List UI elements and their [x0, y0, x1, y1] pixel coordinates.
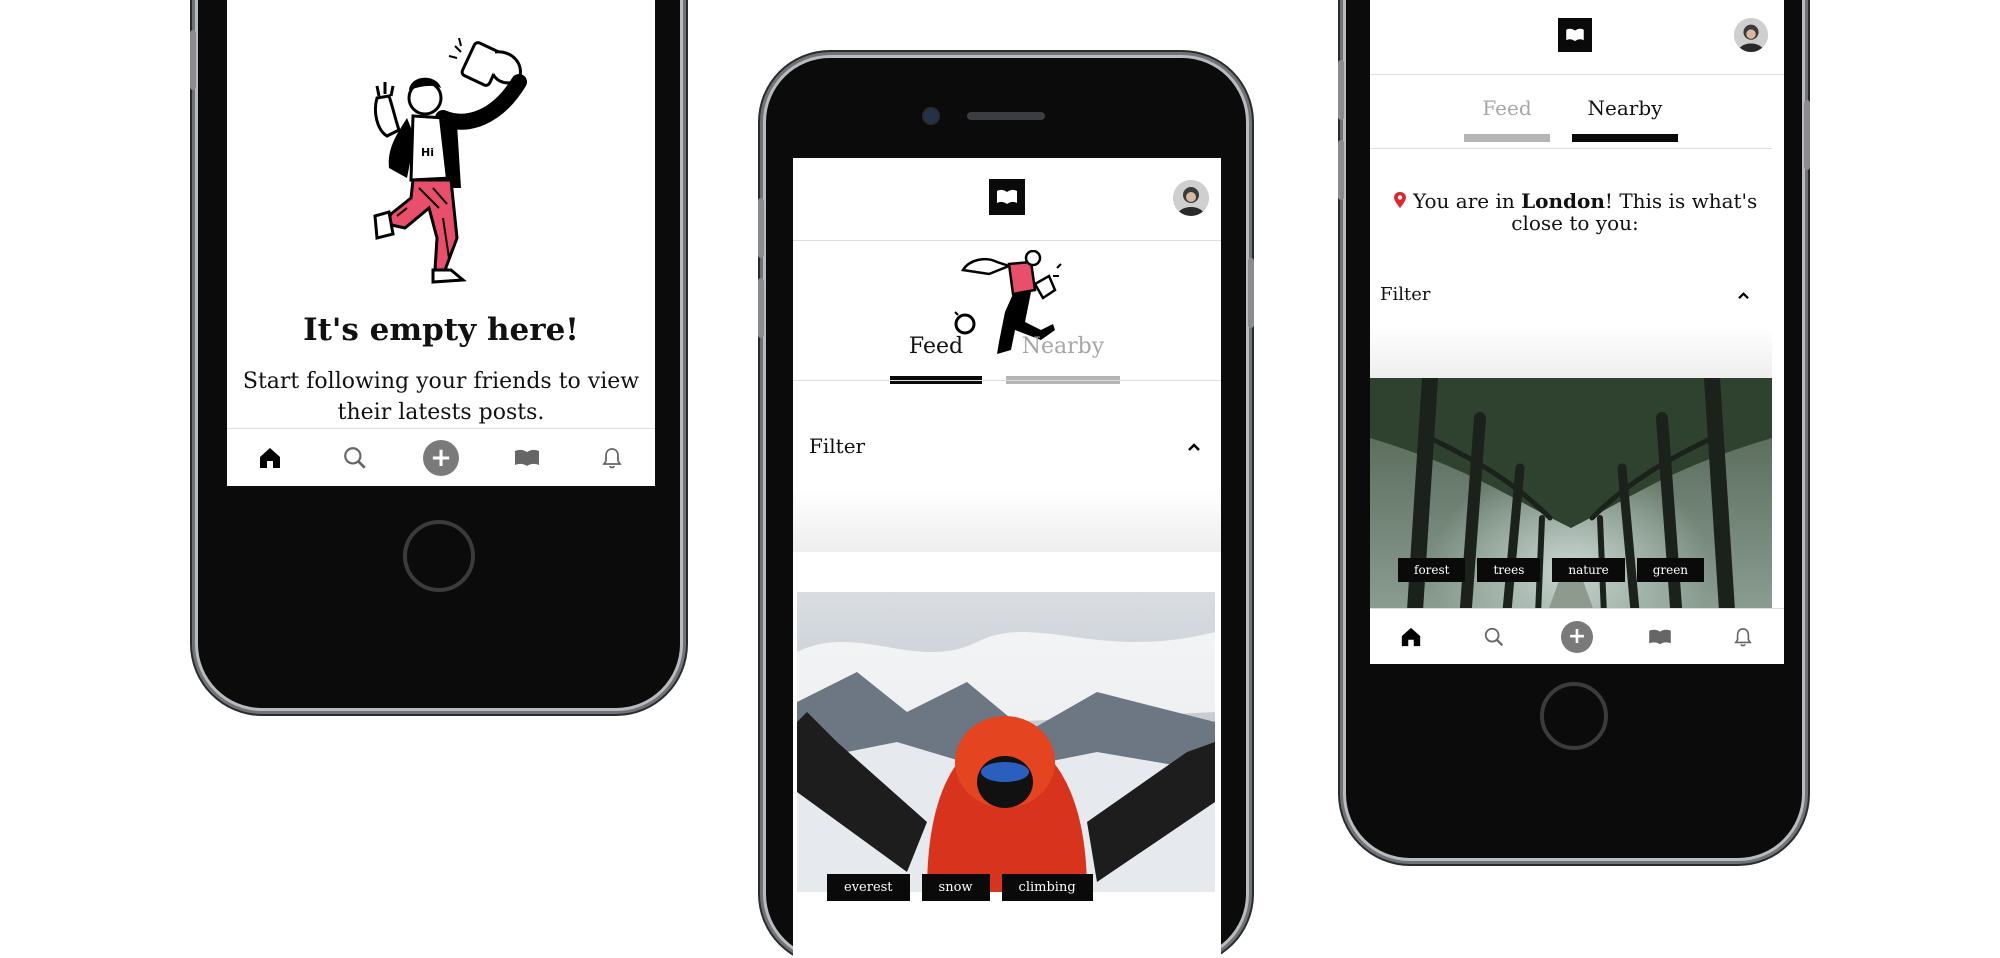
- svg-text:Hi: Hi: [421, 146, 434, 159]
- phone-center: Feed Nearby Filter everest snow climbing: [758, 58, 1254, 958]
- waving-person-illustration: Hi: [373, 38, 527, 284]
- side-button: [758, 198, 764, 258]
- location-message: You are in London! This is what's close …: [1380, 190, 1770, 234]
- location-city: London: [1521, 189, 1605, 213]
- avatar[interactable]: [1734, 18, 1768, 52]
- tab-nearby[interactable]: Nearby: [1006, 334, 1120, 384]
- filter-panel: [1370, 326, 1772, 378]
- filter-label: Filter: [1380, 284, 1431, 305]
- tab-feed-label: Feed: [908, 334, 964, 359]
- power-button: [1248, 258, 1254, 328]
- chevron-up-icon: [1738, 292, 1749, 299]
- tab-nearby[interactable]: Nearby: [1572, 96, 1678, 142]
- power-button: [1804, 100, 1810, 170]
- screen-right: Feed Nearby You are in London! This is w…: [1370, 0, 1784, 664]
- tab-feed[interactable]: Feed: [890, 334, 982, 384]
- tag[interactable]: green: [1636, 558, 1705, 582]
- avatar-image: [1173, 180, 1209, 216]
- post-photo-everest[interactable]: [797, 592, 1215, 892]
- nav-home[interactable]: [250, 438, 290, 478]
- nav-search[interactable]: [1474, 617, 1514, 657]
- divider: [793, 380, 1221, 381]
- tag[interactable]: trees: [1477, 558, 1541, 582]
- divider: [1370, 148, 1772, 149]
- book-icon: [1648, 629, 1671, 645]
- tag[interactable]: climbing: [1001, 874, 1093, 901]
- filter-toggle[interactable]: Filter: [793, 434, 1221, 464]
- filter-panel: [793, 488, 1221, 552]
- tab-nearby-label: Nearby: [1587, 96, 1663, 120]
- nav-add[interactable]: +: [421, 438, 461, 478]
- nav-library[interactable]: [1640, 617, 1680, 657]
- app-logo[interactable]: [1558, 18, 1592, 52]
- side-button: [758, 278, 764, 338]
- front-camera: [924, 109, 938, 123]
- screen-center: Feed Nearby Filter everest snow climbing: [793, 158, 1221, 958]
- home-icon: [259, 448, 280, 468]
- home-button[interactable]: [403, 520, 475, 592]
- search-icon: [1485, 627, 1504, 647]
- nav-add[interactable]: +: [1557, 617, 1597, 657]
- avatar-image: [1734, 18, 1768, 52]
- tab-feed[interactable]: Feed: [1464, 96, 1550, 142]
- app-logo[interactable]: [989, 179, 1025, 215]
- feed-tabs: Feed Nearby: [1370, 74, 1784, 148]
- home-button[interactable]: [1540, 682, 1608, 750]
- photo-tags: forest trees nature green: [1398, 558, 1705, 582]
- add-icon: +: [422, 440, 459, 476]
- bell-icon: [602, 448, 622, 469]
- location-pin-icon: [1393, 192, 1406, 208]
- bottom-nav: +: [1370, 608, 1784, 664]
- photo-tags: everest snow climbing: [827, 874, 1093, 901]
- nav-notifications[interactable]: [592, 438, 632, 478]
- side-button: [1338, 140, 1344, 200]
- filter-label: Filter: [809, 434, 866, 458]
- speaker: [967, 112, 1045, 120]
- nav-notifications[interactable]: [1723, 617, 1763, 657]
- tab-feed-indicator: [1464, 134, 1550, 142]
- top-bar: [793, 158, 1221, 241]
- empty-title: It's empty here!: [303, 312, 579, 348]
- tag[interactable]: everest: [827, 874, 910, 901]
- bottom-nav: +: [227, 428, 655, 486]
- phone-right: Feed Nearby You are in London! This is w…: [1338, 0, 1810, 858]
- feed-tabs: Feed Nearby: [793, 328, 1221, 384]
- nav-search[interactable]: [335, 438, 375, 478]
- top-bar: [1370, 0, 1784, 75]
- tag[interactable]: nature: [1552, 558, 1625, 582]
- empty-message: Start following your friends to view the…: [242, 369, 640, 425]
- screen-left: Hi It's empty here! Start following your…: [227, 0, 655, 486]
- filter-toggle[interactable]: Filter: [1370, 284, 1772, 310]
- side-button: [190, 30, 196, 90]
- open-book-icon: [997, 189, 1017, 204]
- avatar[interactable]: [1173, 180, 1209, 216]
- search-icon: [344, 447, 367, 469]
- bell-icon: [1733, 628, 1752, 647]
- open-book-icon: [1566, 28, 1584, 42]
- nav-library[interactable]: [507, 438, 547, 478]
- nav-home[interactable]: [1391, 617, 1431, 657]
- tab-feed-label: Feed: [1482, 96, 1532, 120]
- tab-nearby-label: Nearby: [1021, 334, 1105, 359]
- chevron-up-icon: [1188, 443, 1200, 451]
- tag[interactable]: forest: [1398, 558, 1466, 582]
- side-button: [1338, 60, 1344, 120]
- tab-nearby-indicator: [1572, 134, 1678, 142]
- book-icon: [514, 449, 539, 466]
- location-prefix: You are in: [1413, 189, 1522, 213]
- phone-left: Hi It's empty here! Start following your…: [190, 0, 680, 708]
- add-icon: +: [1560, 621, 1593, 653]
- tag[interactable]: snow: [921, 874, 990, 901]
- home-icon: [1402, 627, 1421, 647]
